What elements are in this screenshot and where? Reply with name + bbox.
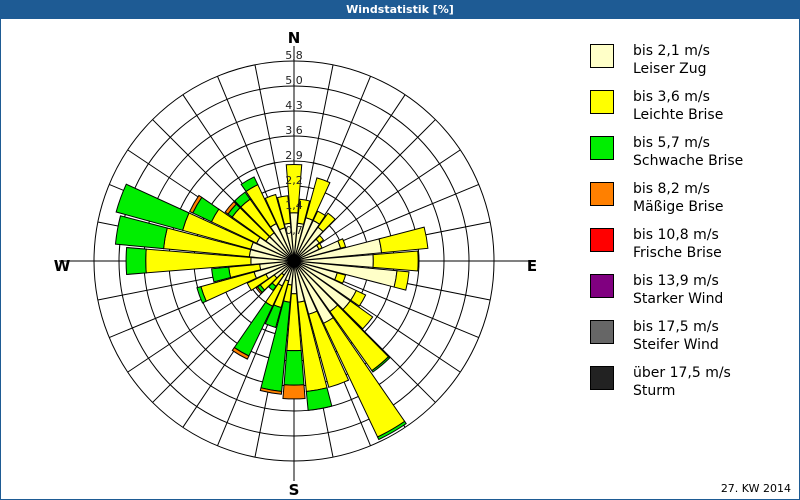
radial-tick-label: 4,3 [285,99,303,112]
wind-statistics-window: 0,7 1,4 2,2 2,9 3,6 4,3 5,0 5,8 N E S W Windstatist… [0,0,800,500]
radial-tick-label: 0,7 [285,224,303,237]
legend-description: Schwache Brise [633,153,744,169]
radial-tick-label: 2,9 [285,149,303,162]
radial-tick-label: 1,4 [285,199,303,212]
legend-swatch [590,228,614,252]
wind-bar-segment [282,384,306,400]
wind-bar-segment [283,349,305,386]
legend-item: bis 10,8 m/s Frische Brise [590,226,790,274]
legend-item: bis 5,7 m/s Schwache Brise [590,134,790,182]
legend-item: über 17,5 m/s Sturm [590,364,790,412]
wind-bar-segment [305,387,333,411]
legend-description: Starker Wind [633,291,724,307]
legend-swatch [590,320,614,344]
center-hub [288,255,300,267]
legend-swatch [590,366,614,390]
legend-item: bis 17,5 m/s Steifer Wind [590,318,790,366]
wind-bar-segment [125,246,147,276]
compass-label-s: S [289,481,300,499]
legend-label: über 17,5 m/s Sturm [633,364,731,400]
legend-item: bis 13,9 m/s Starker Wind [590,272,790,320]
legend-speed: bis 8,2 m/s [633,181,710,197]
legend-swatch [590,44,614,68]
legend-label: bis 8,2 m/s Mäßige Brise [633,180,723,216]
legend-description: Leiser Zug [633,61,707,77]
legend-description: Frische Brise [633,245,722,261]
legend-description: Steifer Wind [633,337,719,353]
wind-bar-segment [393,270,410,291]
radial-tick-label: 5,8 [285,49,303,62]
legend-item: bis 8,2 m/s Mäßige Brise [590,180,790,228]
legend-speed: bis 10,8 m/s [633,227,719,243]
period-label: 27. KW 2014 [720,482,791,495]
legend-description: Leichte Brise [633,107,724,123]
compass-label-w: W [54,257,71,275]
legend-label: bis 5,7 m/s Schwache Brise [633,134,743,170]
legend-label: bis 3,6 m/s Leichte Brise [633,88,723,124]
wind-bar-segment [378,226,429,254]
legend-speed: bis 3,6 m/s [633,89,710,105]
legend-speed: über 17,5 m/s [633,365,731,381]
legend-speed: bis 13,9 m/s [633,273,719,289]
legend-swatch [590,136,614,160]
legend-description: Mäßige Brise [633,199,724,215]
legend-label: bis 10,8 m/s Frische Brise [633,226,722,262]
wind-bar-segment [233,301,274,357]
radial-tick-label: 5,0 [285,74,303,87]
legend-swatch [590,182,614,206]
legend-swatch [590,274,614,298]
legend-speed: bis 17,5 m/s [633,319,719,335]
wind-bar-segment [372,250,419,272]
compass-label-e: E [527,257,537,275]
window-title: Windstatistik [%] [1,1,799,19]
legend-label: bis 13,9 m/s Starker Wind [633,272,723,308]
legend-item: bis 2,1 m/s Leiser Zug [590,42,790,90]
legend-label: bis 2,1 m/s Leiser Zug [633,42,710,78]
compass-label-n: N [288,29,301,47]
legend-label: bis 17,5 m/s Steifer Wind [633,318,719,354]
legend-item: bis 3,6 m/s Leichte Brise [590,88,790,136]
legend-swatch [590,90,614,114]
legend-description: Sturm [633,383,676,399]
legend-speed: bis 2,1 m/s [633,43,710,59]
radial-tick-label: 3,6 [285,124,303,137]
legend-speed: bis 5,7 m/s [633,135,710,151]
radial-tick-label: 2,2 [285,174,303,187]
